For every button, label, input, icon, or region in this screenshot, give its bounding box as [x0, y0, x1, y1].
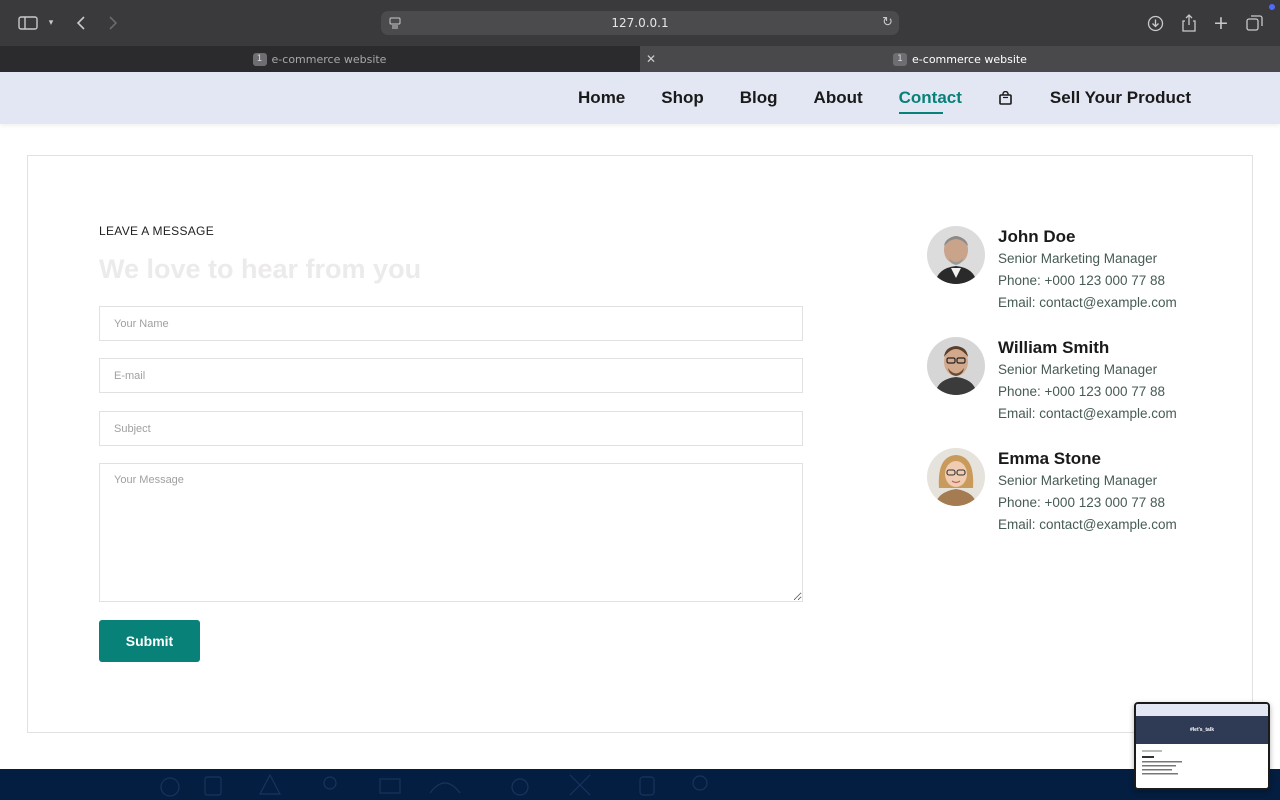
contact-email: Email: contact@example.com	[998, 406, 1177, 421]
tab-title: e-commerce website	[912, 52, 1027, 66]
new-tab-icon[interactable]: +	[1211, 12, 1231, 34]
contact-person-emma-stone: Emma Stone Senior Marketing Manager Phon…	[927, 448, 1227, 544]
close-tab-icon[interactable]: ✕	[646, 52, 656, 66]
contact-email: Email: contact@example.com	[998, 517, 1177, 532]
message-textarea[interactable]	[99, 463, 803, 602]
shopping-bag-icon[interactable]	[998, 90, 1014, 106]
main-nav: Home Shop Blog About Contact Sell Your P…	[542, 72, 1191, 124]
form-eyebrow: LEAVE A MESSAGE	[99, 224, 214, 238]
nav-blog[interactable]: Blog	[740, 88, 778, 108]
preview-header	[1136, 704, 1268, 716]
contact-email: Email: contact@example.com	[998, 295, 1177, 310]
tab-ecommerce-2[interactable]: ✕ 1 e-commerce website	[640, 46, 1280, 72]
url-text: 127.0.0.1	[611, 16, 669, 30]
address-bar[interactable]: 127.0.0.1 ↻	[381, 11, 899, 35]
name-input[interactable]	[99, 306, 803, 341]
contact-role: Senior Marketing Manager	[998, 473, 1158, 488]
tab-title: e-commerce website	[271, 52, 387, 66]
contact-phone: Phone: +000 123 000 77 88	[998, 384, 1166, 399]
contact-phone: Phone: +000 123 000 77 88	[998, 273, 1166, 288]
tab-badge: 1	[893, 52, 908, 66]
avatar-john-doe	[927, 226, 985, 284]
back-icon[interactable]	[72, 12, 90, 34]
contact-person-william-smith: William Smith Senior Marketing Manager P…	[927, 337, 1227, 433]
contact-name: Emma Stone	[998, 449, 1101, 468]
chevron-down-icon[interactable]: ▾	[44, 12, 58, 34]
contact-role: Senior Marketing Manager	[998, 251, 1158, 266]
nav-shop[interactable]: Shop	[661, 88, 704, 108]
contact-phone: Phone: +000 123 000 77 88	[998, 495, 1166, 510]
contact-role: Senior Marketing Manager	[998, 362, 1158, 377]
preview-content	[1142, 750, 1182, 775]
tab-ecommerce-1[interactable]: 1 e-commerce website	[0, 46, 639, 72]
notification-dot	[1269, 4, 1275, 10]
contact-name: John Doe	[998, 227, 1076, 246]
reload-icon[interactable]: ↻	[882, 15, 893, 30]
browser-toolbar: ▾ 127.0.0.1 ↻ +	[0, 0, 1280, 46]
form-headline: We love to hear from you	[99, 254, 422, 284]
contact-person-john-doe: John Doe Senior Marketing Manager Phone:…	[927, 226, 1227, 322]
avatar-william-smith	[927, 337, 985, 395]
nav-contact[interactable]: Contact	[898, 88, 962, 114]
share-icon[interactable]	[1179, 12, 1199, 34]
contact-name: William Smith	[998, 338, 1110, 357]
subject-input[interactable]	[99, 411, 803, 446]
tab-badge: 1	[252, 52, 267, 66]
footer-pattern	[160, 773, 708, 797]
download-icon[interactable]	[1145, 12, 1165, 34]
avatar-emma-stone	[927, 448, 985, 506]
tab-overview-icon[interactable]	[1244, 12, 1264, 34]
footer-band	[0, 769, 1280, 800]
nav-about[interactable]: About	[814, 88, 863, 108]
site-settings-icon[interactable]	[389, 17, 401, 32]
forward-icon[interactable]	[104, 12, 122, 34]
picture-in-picture-preview[interactable]: #let's_talk	[1134, 702, 1270, 790]
submit-button[interactable]: Submit	[99, 620, 200, 662]
sidebar-toggle-icon[interactable]	[17, 12, 39, 34]
site-header: Home Shop Blog About Contact Sell Your P…	[0, 72, 1280, 124]
tab-bar: 1 e-commerce website ✕ 1 e-commerce webs…	[0, 46, 1280, 72]
preview-hero: #let's_talk	[1136, 716, 1268, 744]
contact-form-section: LEAVE A MESSAGE We love to hear from you…	[27, 155, 1253, 733]
nav-home[interactable]: Home	[578, 88, 625, 108]
email-input[interactable]	[99, 358, 803, 393]
nav-sell-your-product[interactable]: Sell Your Product	[1050, 88, 1191, 108]
